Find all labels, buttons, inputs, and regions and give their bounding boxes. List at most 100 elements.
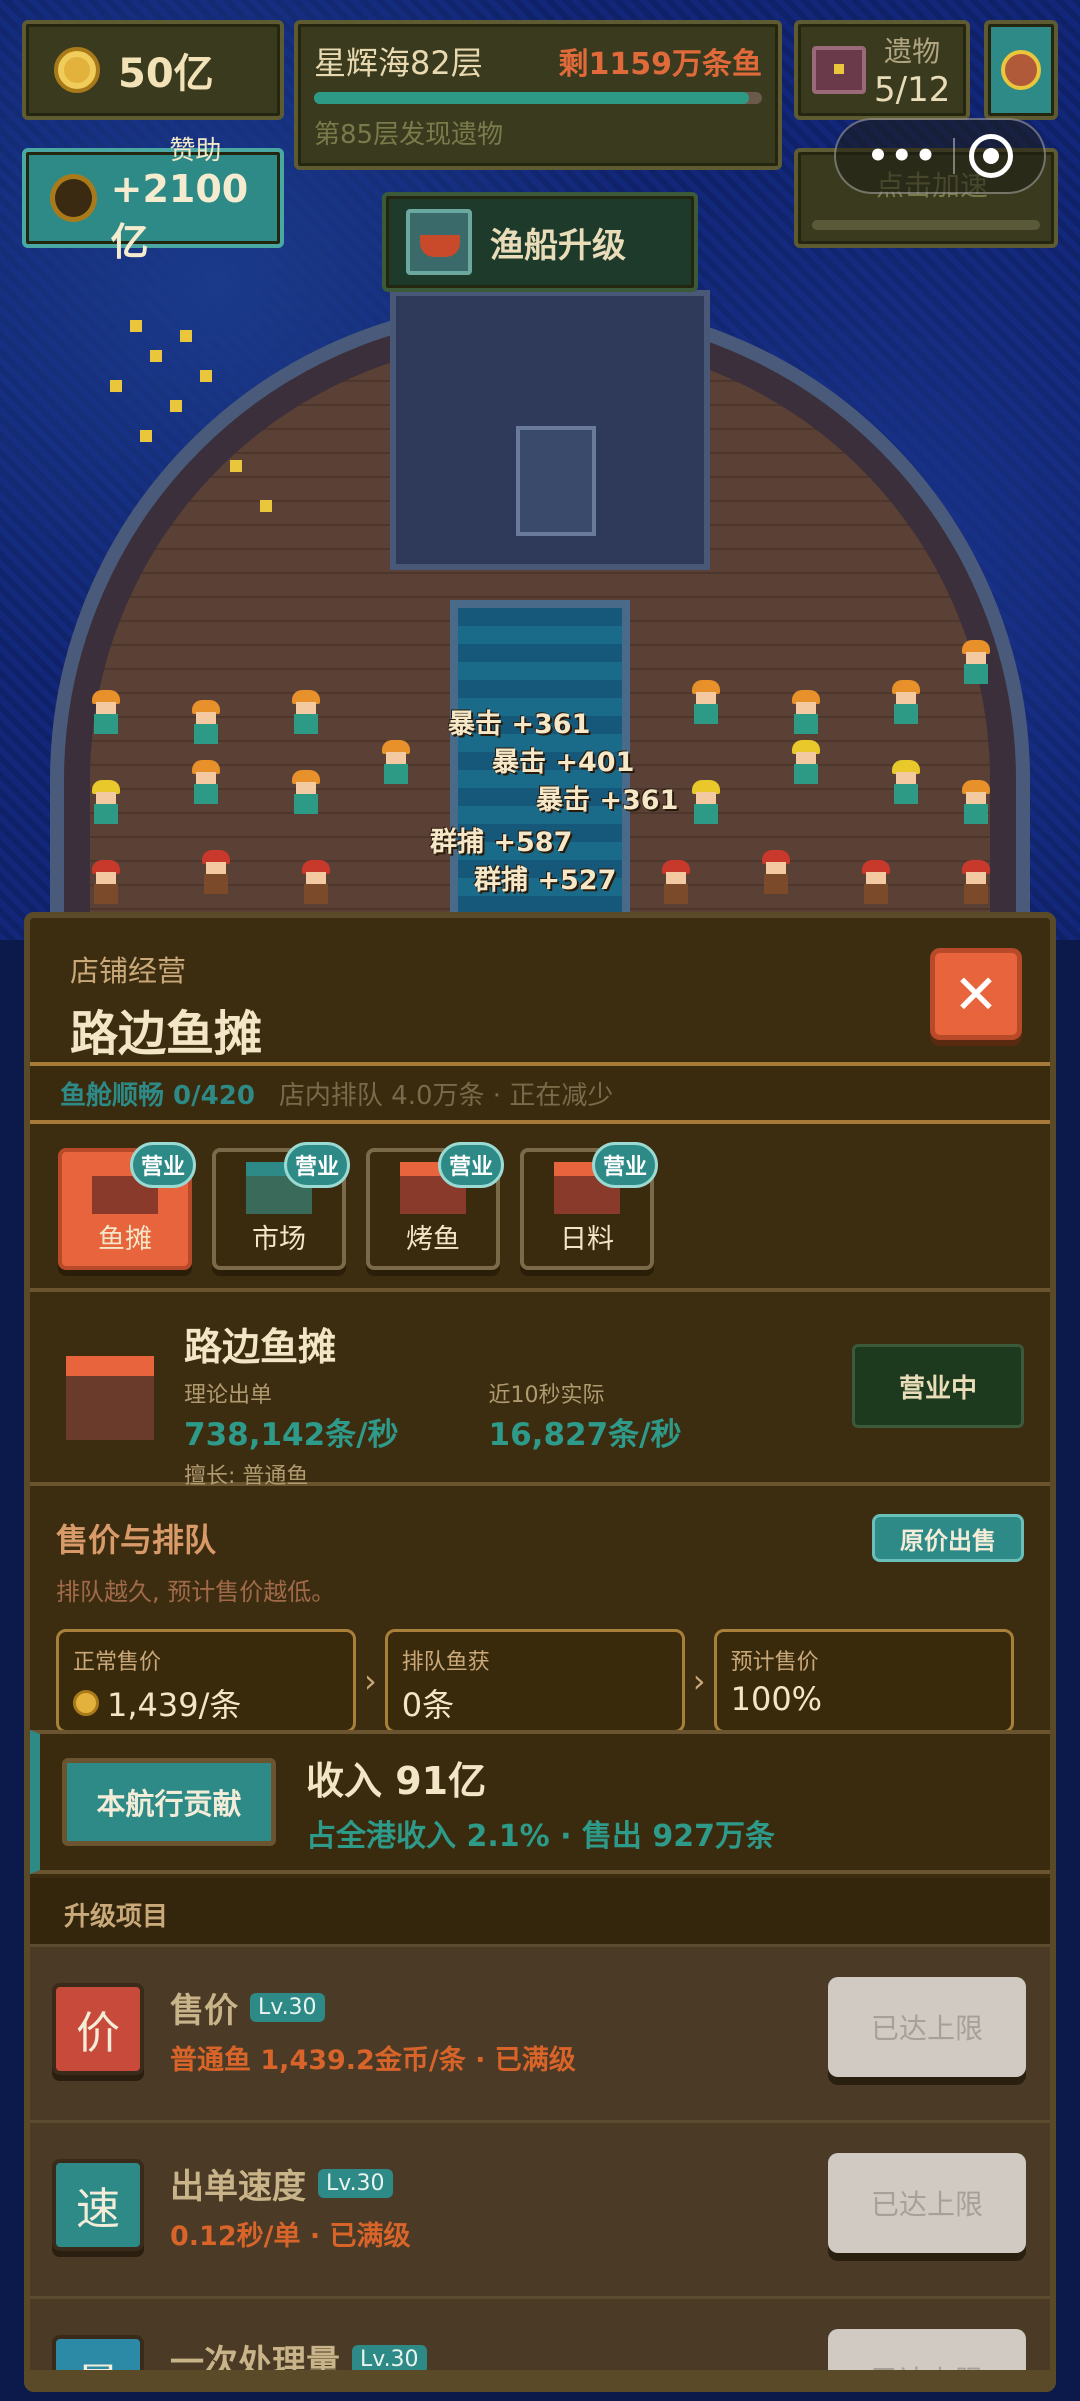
income-detail: 占全港收入 2.1% · 售出 927万条: [306, 1818, 775, 1854]
tab-open-badge: 营业: [437, 1142, 504, 1188]
voyage-contribution-button[interactable]: 本航行贡献: [62, 1758, 276, 1846]
tab-label: 鱼摊: [98, 1224, 152, 1255]
fisherman: [300, 860, 332, 904]
panel-bottom-frame: [30, 2370, 1050, 2386]
upgrade-desc: 0.12秒/单 · 已满级: [170, 2221, 411, 2252]
status-flow: 鱼舱顺畅 0/420: [60, 1080, 255, 1111]
normal-price-label: 正常售价: [73, 1650, 162, 1675]
price-upgrade-icon: 价: [52, 1983, 144, 2075]
float-text: 群捕 +587: [430, 827, 573, 858]
tab-fish-stall[interactable]: 营业 鱼摊: [58, 1142, 196, 1270]
fisherman: [190, 700, 222, 744]
fisherman: [380, 740, 412, 784]
price-section-title: 售价与排队: [56, 1521, 217, 1559]
coin-particle: [200, 370, 212, 382]
fisherman: [190, 760, 222, 804]
max-level-button[interactable]: 已达上限: [828, 1977, 1026, 2077]
original-price-button[interactable]: 原价出售: [872, 1514, 1024, 1562]
max-level-button[interactable]: 已达上限: [828, 2153, 1026, 2253]
fisherman: [690, 680, 722, 724]
expected-price-value: 100%: [730, 1680, 823, 1718]
shop-specialty: 擅长: 普通鱼: [184, 1464, 309, 1489]
coin-particle: [260, 500, 272, 512]
fisherman: [960, 640, 992, 684]
treasure-chest-icon: [812, 46, 866, 94]
theory-output-value: 738,142条/秒: [184, 1417, 399, 1453]
float-text: 暴击 +361: [536, 785, 679, 816]
relic-count: 5/12: [874, 70, 951, 110]
fisherman: [890, 760, 922, 804]
shop-info: 路边鱼摊 理论出单 738,142条/秒 近10秒实际 16,827条/秒 擅长…: [30, 1296, 1050, 1489]
speed-upgrade-icon: 速: [52, 2159, 144, 2251]
sponsor-label: 赞助: [169, 136, 222, 166]
sea-remaining-fish: 剩1159万条鱼: [558, 47, 763, 82]
tab-label: 日料: [560, 1224, 614, 1255]
fisherman: [290, 690, 322, 734]
price-note: 排队越久, 预计售价越低。: [56, 1578, 336, 1606]
coin-particle: [140, 430, 152, 442]
ship-icon: [406, 209, 472, 275]
relic-label: 遗物: [884, 35, 941, 68]
ship-cabin: [390, 290, 710, 570]
shop-stall-icon: [66, 1356, 154, 1440]
sponsor-value: +2100亿: [110, 167, 249, 264]
normal-price-value: 1,439/条: [107, 1686, 242, 1724]
compass-icon: [1001, 50, 1041, 90]
fisherman: [960, 860, 992, 904]
coin-icon: [73, 1690, 99, 1716]
tab-grilled-fish[interactable]: 营业 烤鱼: [366, 1142, 504, 1270]
queue-label: 排队鱼获: [401, 1650, 490, 1675]
close-miniprogram-icon[interactable]: [968, 134, 1013, 178]
tab-open-badge: 营业: [129, 1142, 196, 1188]
gold-amount: 50亿: [118, 51, 214, 97]
upgrade-desc: 普通鱼 1,439.2金币/条 · 已满级: [170, 2045, 576, 2076]
shop-name: 路边鱼摊: [184, 1325, 337, 1369]
tab-open-badge: 营业: [591, 1142, 658, 1188]
float-text: 群捕 +527: [474, 865, 617, 896]
compass-button[interactable]: [984, 20, 1058, 120]
tab-label: 烤鱼: [406, 1224, 460, 1255]
upgrade-name: 出单速度: [170, 2167, 306, 2207]
tab-japanese[interactable]: 营业 日料: [520, 1142, 658, 1270]
ship-upgrade-button[interactable]: 渔船升级: [382, 192, 698, 292]
more-menu-icon[interactable]: •••: [867, 136, 938, 176]
gold-counter[interactable]: 50亿: [22, 20, 284, 120]
sea-progress-fill: [314, 92, 749, 104]
miniprogram-capsule: •••: [834, 118, 1046, 194]
gold-coin-icon: [54, 47, 100, 93]
float-text: 暴击 +401: [492, 747, 635, 778]
sea-relic-note: 第85层发现遗物: [314, 120, 504, 150]
close-button[interactable]: ✕: [930, 948, 1022, 1040]
fisherman: [290, 770, 322, 814]
status-strip: 鱼舱顺畅 0/420 店内排队 4.0万条 · 正在减少: [30, 1066, 1050, 1124]
status-queue: 店内排队 4.0万条 · 正在减少: [278, 1080, 614, 1111]
price-section: 售价与排队 原价出售 排队越久, 预计售价越低。 正常售价 1,439/条 › …: [30, 1490, 1050, 1750]
fisherman: [960, 780, 992, 824]
sponsor-button[interactable]: 赞助 +2100亿: [22, 136, 284, 264]
tab-open-badge: 营业: [283, 1142, 350, 1188]
theory-output-label: 理论出单: [184, 1383, 273, 1408]
boost-bar: [812, 220, 1040, 230]
sea-progress-panel[interactable]: 星辉海82层 剩1159万条鱼 第85层发现遗物: [294, 20, 782, 170]
upgrade-name: 售价: [170, 1991, 238, 2031]
expected-price-label: 预计售价: [730, 1650, 819, 1675]
tab-market[interactable]: 营业 市场: [212, 1142, 350, 1270]
fisherman: [760, 850, 792, 894]
coin-particle: [130, 320, 142, 332]
income-value: 收入 91亿: [306, 1758, 487, 1803]
relic-button[interactable]: 遗物 5/12: [794, 20, 970, 120]
shop-panel: 店铺经营 路边鱼摊 ✕ 鱼舱顺畅 0/420 店内排队 4.0万条 · 正在减少…: [24, 912, 1056, 2392]
actual-output-value: 16,827条/秒: [488, 1417, 682, 1453]
ship-upgrade-label: 渔船升级: [490, 225, 626, 266]
level-badge: Lv.30: [250, 1993, 325, 2022]
queue-value: 0条: [401, 1686, 455, 1724]
open-status-button[interactable]: 营业中: [852, 1344, 1024, 1428]
sponsor-coin-icon: [50, 174, 97, 222]
queue-box: 排队鱼获 0条: [384, 1629, 685, 1733]
capsule-divider: [952, 138, 955, 174]
level-badge: Lv.30: [318, 2169, 393, 2198]
coin-particle: [150, 350, 162, 362]
fisherman: [790, 690, 822, 734]
tab-label: 市场: [252, 1224, 306, 1255]
voyage-contribution: 本航行贡献 收入 91亿 占全港收入 2.1% · 售出 927万条: [30, 1730, 1050, 1874]
